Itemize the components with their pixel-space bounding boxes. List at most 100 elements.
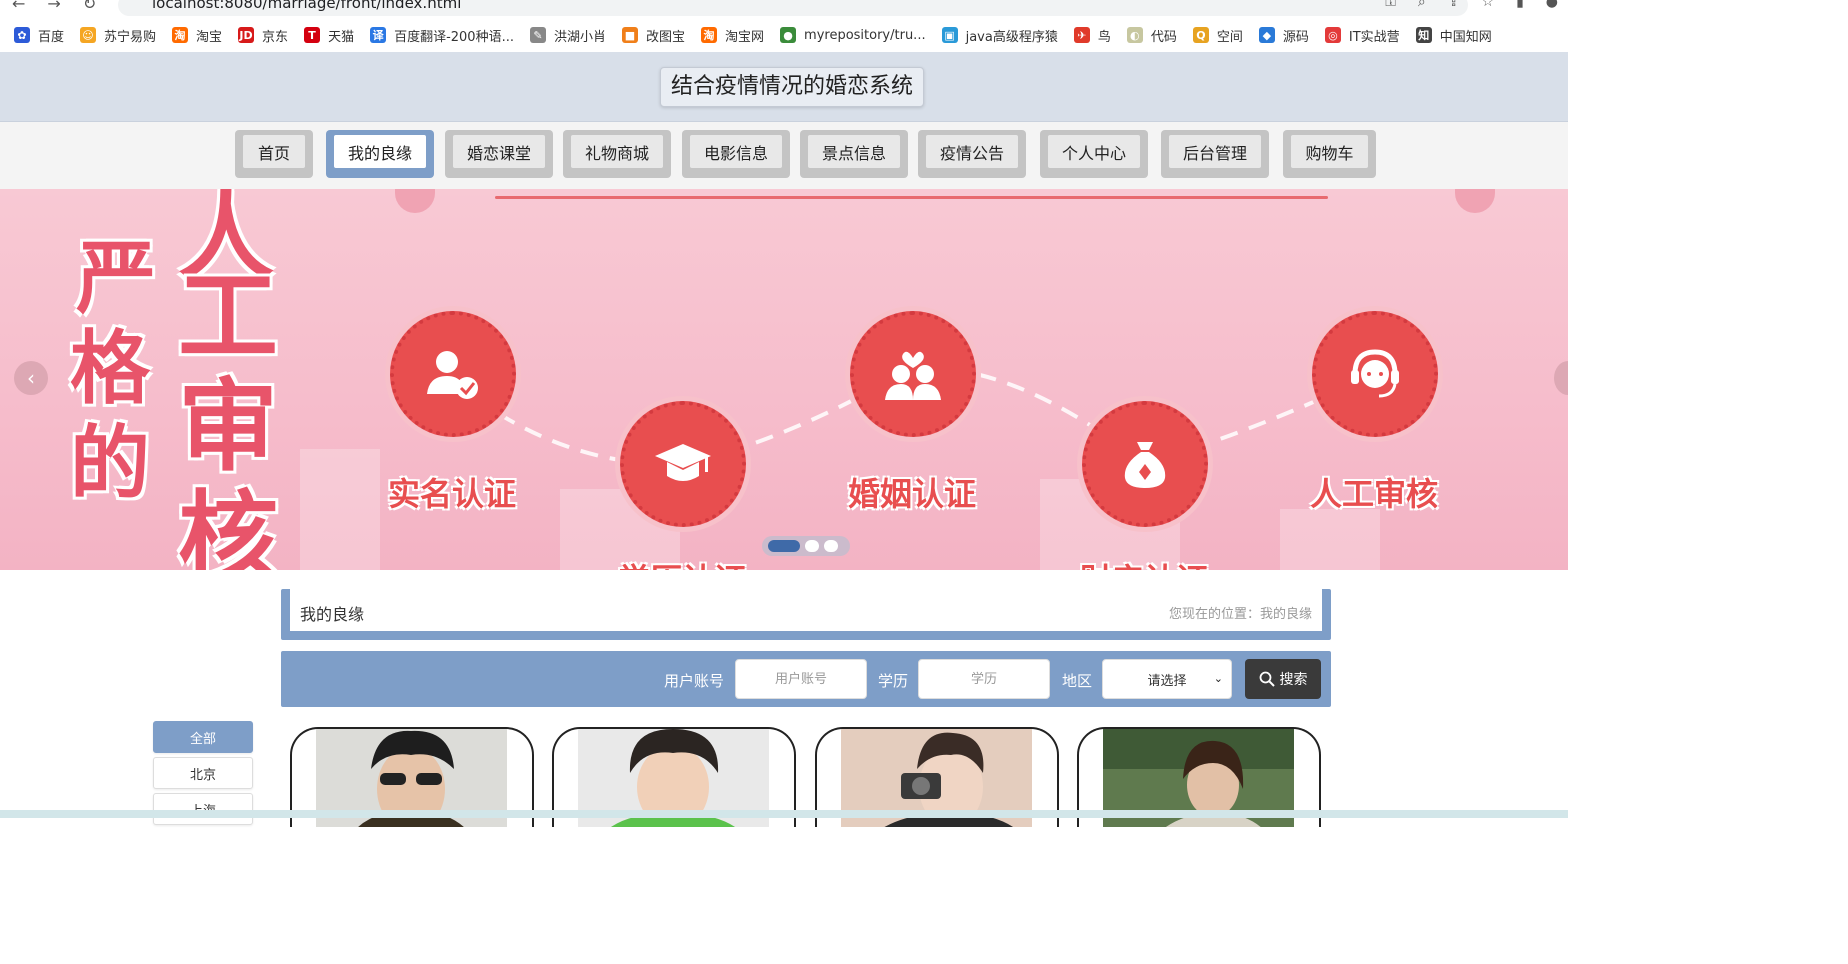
bookmark-item[interactable]: 知中国知网 <box>1415 26 1492 45</box>
bookmark-label: IT实战营 <box>1348 29 1400 45</box>
bookmark-label: 中国知网 <box>1439 29 1492 45</box>
nav-item-label: 后台管理 <box>1169 135 1261 168</box>
carousel-dot[interactable] <box>824 540 838 552</box>
education-input[interactable] <box>918 659 1050 699</box>
nav-item[interactable]: 购物车 <box>1283 130 1376 178</box>
breadcrumb: 您现在的位置：我的良缘 <box>1168 607 1312 622</box>
feature-circle-marriage <box>850 311 976 437</box>
nav-item-label: 景点信息 <box>808 135 900 168</box>
feature-circle-realname <box>390 311 516 437</box>
bookmark-favicon-icon: ▣ <box>941 27 958 43</box>
headline-char: 的 <box>70 417 150 510</box>
address-bar[interactable]: localhost:8080/marriage/front/index.html <box>118 0 1468 16</box>
banner-carousel: 人 工 审 核 严 格 的 实名认证 学历认证 婚姻认证 <box>0 189 1568 570</box>
bookmark-item[interactable]: ◐ 代码 <box>1126 26 1177 45</box>
nav-item[interactable]: 景点信息 <box>800 130 908 178</box>
profile-icon[interactable]: ● <box>1546 0 1558 10</box>
nav-item-label: 疫情公告 <box>926 135 1018 168</box>
region-select[interactable]: 请选择 ⌄ <box>1102 659 1232 699</box>
forward-arrow-icon[interactable]: → <box>47 0 60 13</box>
graduation-cap-icon <box>655 444 711 481</box>
bookmark-item[interactable]: ◎ IT实战营 <box>1324 26 1400 45</box>
nav-item-label: 我的良缘 <box>334 135 426 168</box>
bookmark-item[interactable]: 译百度翻译-200种语... <box>370 26 514 45</box>
share-icon[interactable]: ⇪ <box>1448 0 1460 10</box>
key-icon[interactable]: ⚿ <box>1385 0 1396 10</box>
bookmark-label: 淘宝网 <box>725 29 765 45</box>
search-icon <box>1259 671 1275 687</box>
carousel-prev-button[interactable]: ‹ <box>14 361 48 395</box>
nav-item-label: 购物车 <box>1291 135 1368 168</box>
bookmark-item[interactable]: ✎ 洪湖小肖 <box>529 26 606 45</box>
section-header-inner: 我的良缘 您现在的位置：我的良缘 <box>290 589 1322 631</box>
search-button[interactable]: 搜索 <box>1245 659 1321 699</box>
nav-item-label: 礼物商城 <box>571 135 663 168</box>
bookmark-favicon-icon: 淘 <box>172 27 189 43</box>
region-filter-beijing[interactable]: 北京 <box>153 757 253 789</box>
browser-actions: ⚿ ⌕ ⇪ ☆ ▮ ● <box>1385 0 1558 10</box>
reload-icon[interactable]: ↻ <box>83 0 96 13</box>
headline-char: 严 <box>76 232 156 325</box>
bookmark-item[interactable]: ● myrepository/tru... <box>780 27 926 43</box>
bookmark-favicon-icon: ■ <box>622 27 638 43</box>
search-form: 用户账号 学历 地区 请选择 ⌄ 搜索 <box>281 651 1331 707</box>
region-filter-shanghai[interactable]: 上海 <box>153 793 253 825</box>
carousel-dot[interactable] <box>805 540 819 552</box>
bookmark-item[interactable]: ■ 改图宝 <box>622 26 685 45</box>
browser-nav-buttons: ← → ↻ <box>12 0 96 13</box>
back-arrow-icon[interactable]: ← <box>12 0 25 13</box>
bookmark-item[interactable]: JD 京东 <box>238 26 288 45</box>
nav-item[interactable]: 疫情公告 <box>918 130 1026 178</box>
bookmark-item[interactable]: 淘淘宝 <box>172 26 222 45</box>
extensions-icon[interactable]: ▮ <box>1516 0 1524 10</box>
bookmark-item[interactable]: ▣ java高级程序猿 <box>941 26 1058 45</box>
account-label: 用户账号 <box>664 672 725 690</box>
nav-item[interactable]: 个人中心 <box>1040 130 1148 178</box>
bookmark-favicon-icon: ☺ <box>80 27 97 43</box>
nav-item[interactable]: 后台管理 <box>1161 130 1269 178</box>
nav-item[interactable]: 我的良缘 <box>326 130 434 178</box>
bookmark-label: 鸟 <box>1097 29 1111 45</box>
nav-item[interactable]: 电影信息 <box>682 130 790 178</box>
bookmark-label: 天猫 <box>328 29 355 45</box>
bookmarks-bar: ✿ 百度 ☺ 苏宁易购淘淘宝 JD 京东 T 天猫译百度翻译-200种语... ✎ 洪湖小肖 ■ 改图… <box>0 18 1568 52</box>
nav-item[interactable]: 礼物商城 <box>563 130 671 178</box>
bookmark-item[interactable]: Q 空间 <box>1192 26 1243 45</box>
region-filter-all[interactable]: 全部 <box>153 721 253 753</box>
bookmark-favicon-icon: T <box>304 27 321 43</box>
bookmark-label: 空间 <box>1216 29 1243 45</box>
nav-item[interactable]: 首页 <box>235 130 313 178</box>
section-title: 我的良缘 <box>300 605 365 624</box>
headline-char: 核 <box>178 480 278 571</box>
bookmark-favicon-icon: 知 <box>1415 27 1432 43</box>
headline-char: 工 <box>178 258 278 375</box>
bookmark-favicon-icon: ◎ <box>1324 27 1341 43</box>
bookmark-favicon-icon: 译 <box>370 27 387 43</box>
bookmark-label: 京东 <box>262 29 289 45</box>
account-input[interactable] <box>735 659 867 699</box>
feature-label: 婚姻认证 <box>848 475 977 513</box>
nav-item[interactable]: 婚恋课堂 <box>445 130 553 178</box>
zoom-icon[interactable]: ⌕ <box>1418 0 1426 10</box>
bookmark-item[interactable]: ✈ 鸟 <box>1073 26 1111 45</box>
bookmark-item[interactable]: ◆ 源码 <box>1258 26 1309 45</box>
feature-label: 人工审核 <box>1310 475 1439 513</box>
bookmark-favicon-icon: Q <box>1192 27 1209 43</box>
bookmark-label: 洪湖小肖 <box>553 29 606 45</box>
education-label: 学历 <box>878 672 909 690</box>
bookmark-favicon-icon: ✿ <box>14 27 30 43</box>
bookmark-favicon-icon: ◆ <box>1258 27 1275 43</box>
star-icon[interactable]: ☆ <box>1482 0 1495 10</box>
bookmark-label: 苏宁易购 <box>104 29 157 45</box>
bookmark-item[interactable]: ✿ 百度 <box>14 26 64 45</box>
carousel-dot[interactable] <box>768 540 800 552</box>
bookmark-favicon-icon: 淘 <box>701 27 718 43</box>
headline-char: 审 <box>178 368 278 485</box>
bookmark-item[interactable]: 淘淘宝网 <box>701 26 764 45</box>
region-select-value: 请选择 <box>1147 673 1187 689</box>
bookmark-label: myrepository/tru... <box>804 27 926 43</box>
browser-toolbar: ← → ↻ localhost:8080/marriage/front/inde… <box>0 0 1568 18</box>
bookmark-label: 百度翻译-200种语... <box>394 29 514 45</box>
bookmark-item[interactable]: ☺ 苏宁易购 <box>80 26 156 45</box>
bookmark-item[interactable]: T 天猫 <box>304 26 354 45</box>
